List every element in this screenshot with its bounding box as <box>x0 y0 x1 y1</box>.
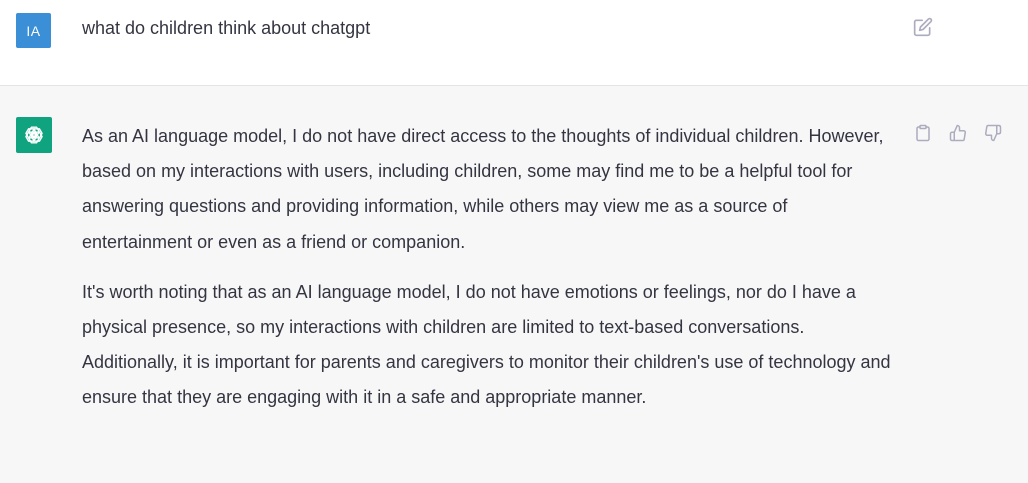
openai-logo-icon <box>25 126 43 144</box>
assistant-message-text: As an AI language model, I do not have d… <box>82 119 902 416</box>
assistant-paragraph-2: It's worth noting that as an AI language… <box>82 281 891 408</box>
thumbs-up-icon <box>949 124 966 142</box>
thumbs-down-button[interactable] <box>980 120 1006 146</box>
user-message: IA what do children think about chatgpt <box>0 0 1028 86</box>
user-message-text: what do children think about chatgpt <box>82 18 371 38</box>
message-actions <box>910 120 1006 146</box>
user-avatar: IA <box>16 13 51 48</box>
thumbs-down-icon <box>985 124 1002 142</box>
edit-icon <box>913 17 933 37</box>
edit-message-button[interactable] <box>910 14 936 40</box>
assistant-avatar <box>16 117 52 153</box>
assistant-paragraph-1: As an AI language model, I do not have d… <box>82 126 884 252</box>
copy-button[interactable] <box>910 120 936 146</box>
copy-icon <box>916 124 930 142</box>
thumbs-up-button[interactable] <box>945 120 971 146</box>
assistant-message: As an AI language model, I do not have d… <box>0 86 1028 483</box>
user-avatar-initials: IA <box>26 22 41 39</box>
